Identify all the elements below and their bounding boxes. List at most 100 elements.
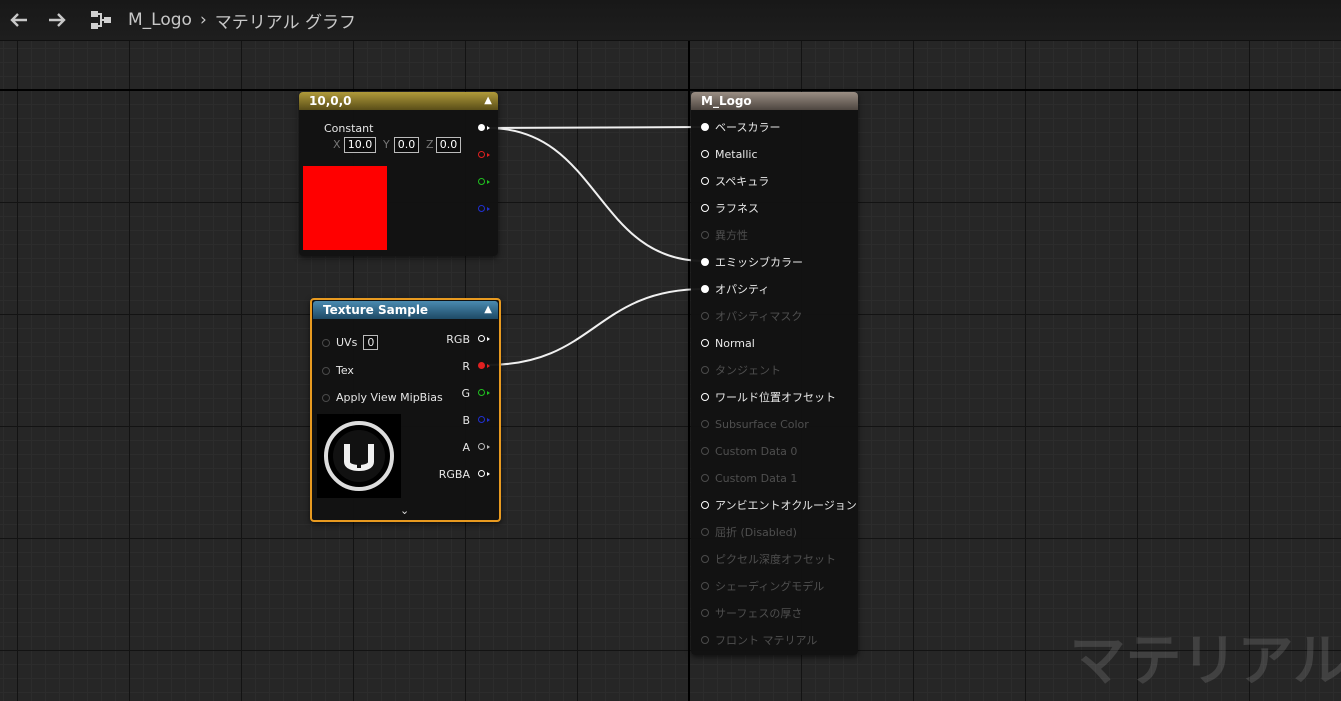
mipbias-label: Apply View MipBias [336,391,443,404]
output-pin-r[interactable] [478,151,490,158]
material-input-pin[interactable] [701,501,709,509]
material-input-pin [701,420,709,428]
material-input-label: フロント マテリアル [715,634,818,647]
material-input-pin [701,447,709,455]
material-input-label: 屈折 (Disabled) [715,526,797,539]
output-pin-g[interactable] [478,389,490,396]
back-button[interactable] [0,0,38,40]
material-input-row[interactable]: アンビエントオクルージョン [701,498,857,512]
material-input-row: オパシティマスク [701,309,802,323]
graph-hierarchy-button[interactable] [82,0,120,40]
output-pin-r[interactable] [478,362,490,369]
material-input-pin [701,474,709,482]
material-input-row[interactable]: ワールド位置オフセット [701,390,836,404]
material-input-row[interactable]: エミッシブカラー [701,255,803,269]
material-input-row: ピクセル深度オフセット [701,552,836,566]
constant-node-title: 10,0,0 [309,94,352,108]
y-value-input[interactable]: 0.0 [394,137,419,153]
tex-label: Tex [336,364,354,377]
output-label-b: B [462,414,470,427]
wire-constant-to-basecolor [487,126,705,129]
material-input-row[interactable]: スペキュラ [701,174,769,188]
material-input-pin [701,231,709,239]
graph-toolbar: M_Logo › マテリアル グラフ [0,0,1341,41]
color-preview-swatch [303,166,387,250]
z-label: Z [426,138,434,151]
connection-wires [486,126,705,366]
graph-axis-vertical [688,0,690,701]
expand-chevron-icon[interactable]: ⌄ [400,504,409,517]
x-value-input[interactable]: 10.0 [344,137,376,153]
material-input-row: 異方性 [701,228,748,242]
chevron-right-icon: › [199,10,207,30]
output-pin-a[interactable] [478,443,490,450]
material-input-label: アンビエントオクルージョン [715,499,857,512]
material-input-label: ラフネス [715,202,759,215]
material-input-label: エミッシブカラー [715,256,803,269]
material-input-row: Custom Data 1 [701,471,797,485]
arrow-left-icon [10,13,27,27]
material-result-node[interactable]: M_Logo ベースカラー Metallic スペキュララフネス異方性エミッシブカラ… [691,92,858,655]
material-node-title: M_Logo [701,94,752,108]
constant-node-header[interactable]: 10,0,0 ▲ [299,92,498,110]
material-input-row[interactable]: オパシティ [701,282,769,296]
material-node-header[interactable]: M_Logo [691,92,858,110]
material-input-label: Subsurface Color [715,417,809,431]
material-input-pin[interactable] [701,339,709,347]
output-pin-rgb[interactable] [478,335,490,342]
material-input-row: Subsurface Color [701,417,809,431]
node-graph-icon [91,11,111,29]
output-pin-rgba[interactable] [478,470,490,477]
texture-input-mipbias[interactable]: Apply View MipBias [322,391,443,404]
x-label: X [333,138,341,151]
material-input-label: 異方性 [715,229,748,242]
material-input-pin[interactable] [701,285,709,293]
material-input-pin[interactable] [701,204,709,212]
z-value-input[interactable]: 0.0 [436,137,461,153]
material-input-row: タンジェント [701,363,781,377]
material-input-label: Custom Data 0 [715,444,798,458]
constant-label: Constant [324,122,374,135]
texture-sample-node[interactable]: Texture Sample ▲ UVs 0 Tex Apply View Mi… [310,298,501,522]
material-input-pin [701,636,709,644]
breadcrumb-graph[interactable]: マテリアル グラフ [215,8,356,33]
collapse-icon[interactable]: ▲ [484,92,492,110]
output-pin-b[interactable] [478,416,490,423]
material-input-row: サーフェスの厚さ [701,606,802,620]
material-input-pin[interactable] [701,123,709,131]
forward-button[interactable] [38,0,76,40]
material-input-pin [701,582,709,590]
texture-preview [317,414,401,498]
uvs-value-input[interactable]: 0 [363,335,379,350]
material-input-label: ベースカラー [715,121,781,134]
input-pin-tex[interactable] [322,366,330,375]
material-input-pin[interactable] [701,177,709,185]
texture-node-title: Texture Sample [323,303,429,317]
material-input-row[interactable]: Metallic [701,147,758,161]
material-input-label: Custom Data 1 [715,471,798,485]
output-label-rgba: RGBA [438,468,470,481]
constant-node[interactable]: 10,0,0 ▲ Constant X 10.0 Y 0.0 Z 0.0 [299,92,498,256]
material-input-label: タンジェント [715,364,781,377]
material-input-pin[interactable] [701,258,709,266]
output-pin-b[interactable] [478,205,490,212]
collapse-icon[interactable]: ▲ [484,301,492,319]
output-pin-g[interactable] [478,178,490,185]
input-pin-mipbias[interactable] [322,393,330,402]
y-label: Y [383,138,390,151]
breadcrumb-asset[interactable]: M_Logo [128,10,192,30]
input-pin-uvs[interactable] [322,338,330,347]
output-label-rgb: RGB [446,333,470,346]
arrow-right-icon [49,13,66,27]
uvs-label: UVs [336,336,358,349]
output-label-g: G [461,387,470,400]
texture-input-uvs[interactable]: UVs 0 [322,335,379,350]
texture-node-header[interactable]: Texture Sample ▲ [313,301,498,319]
output-pin-rgb[interactable] [478,124,490,131]
material-input-row[interactable]: ラフネス [701,201,759,215]
material-input-pin[interactable] [701,393,709,401]
material-input-row[interactable]: Normal [701,336,755,350]
material-input-pin[interactable] [701,150,709,158]
material-input-row[interactable]: ベースカラー [701,120,780,134]
texture-input-tex[interactable]: Tex [322,364,354,377]
